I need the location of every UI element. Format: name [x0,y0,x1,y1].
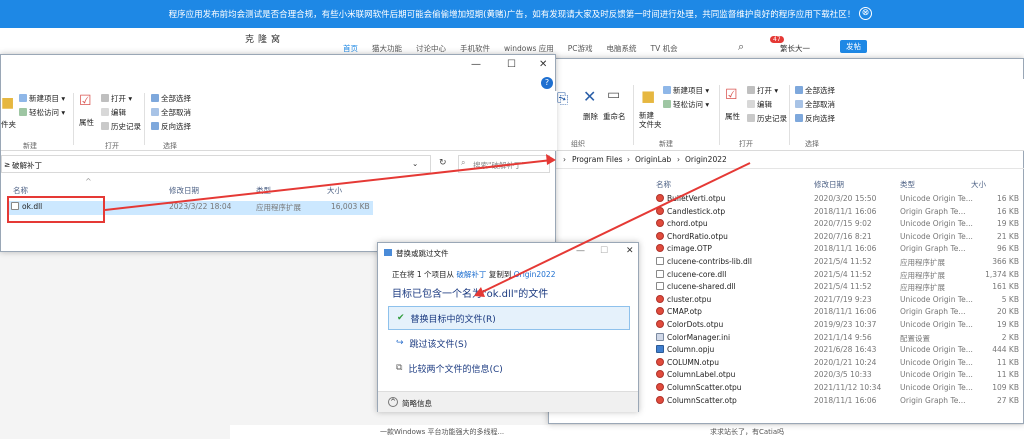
arrow-to-dialog [477,162,751,295]
annotation-arrows [104,154,751,297]
arrowhead-icon [546,154,556,165]
arrow-to-breadcrumb [104,159,553,211]
